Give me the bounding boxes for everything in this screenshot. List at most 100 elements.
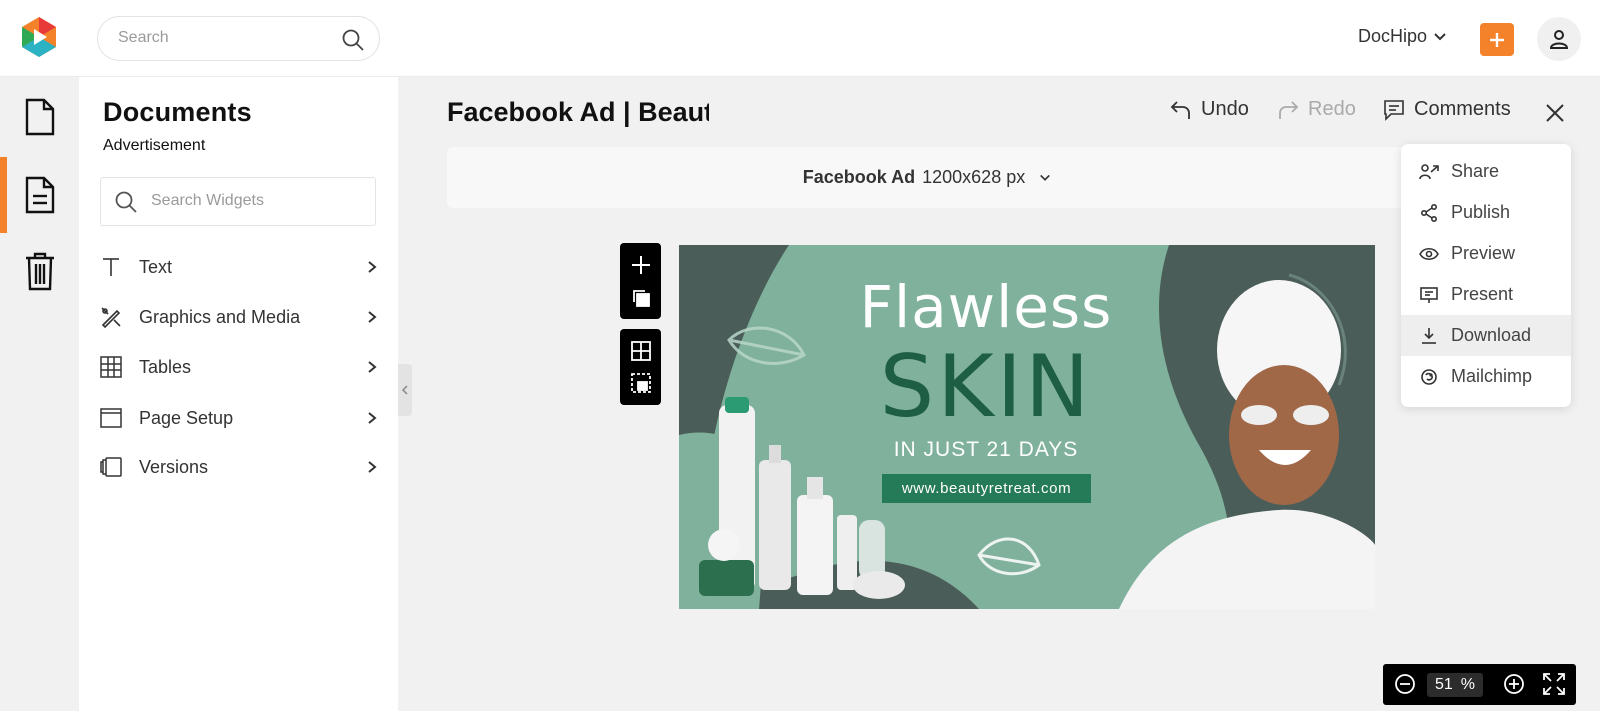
menu-item-preview[interactable]: Preview [1401, 233, 1571, 274]
duplicate-page-icon[interactable] [631, 288, 651, 308]
avatar[interactable] [1537, 17, 1581, 61]
account-dropdown[interactable]: DocHipo [1358, 26, 1447, 47]
search-input[interactable] [118, 29, 338, 47]
chevron-right-icon [368, 261, 377, 273]
design-canvas[interactable]: Flawless SKIN IN JUST 21 DAYS www.beauty… [679, 245, 1375, 609]
share-icon [1419, 162, 1439, 182]
menu-item-mailchimp[interactable]: Mailchimp [1401, 356, 1571, 397]
global-search[interactable] [97, 16, 380, 61]
panel-item-label: Text [139, 256, 173, 277]
add-button[interactable] [1480, 23, 1514, 56]
zoom-in-icon [1504, 674, 1524, 694]
fullscreen-button[interactable] [1540, 670, 1568, 698]
page-size-value: 1200x628 px [922, 167, 1026, 187]
rail-item-documents[interactable] [0, 79, 79, 155]
panel-item-graphics-media[interactable]: Graphics and Media [99, 297, 379, 337]
present-icon [1419, 285, 1439, 305]
zoom-controls: 51 % [1383, 664, 1576, 705]
graphics-icon [99, 305, 123, 329]
add-page-icon[interactable] [630, 254, 652, 276]
menu-item-download[interactable]: Download [1401, 315, 1571, 356]
panel-item-page-setup[interactable]: Page Setup [99, 398, 379, 438]
chevron-right-icon [368, 412, 377, 424]
undo-label: Undo [1201, 98, 1249, 120]
panel-item-text[interactable]: Text [99, 247, 379, 287]
menu-item-share[interactable]: Share [1401, 151, 1571, 192]
comments-button[interactable]: Comments [1383, 98, 1511, 121]
page-size-selector[interactable]: Facebook Ad 1200x628 px [447, 147, 1407, 208]
comments-label: Comments [1414, 98, 1511, 120]
panel-item-tables[interactable]: Tables [99, 347, 379, 387]
zoom-unit: % [1460, 676, 1476, 693]
chevron-left-icon [401, 385, 408, 395]
ad-headline-main[interactable]: SKIN [679, 337, 1293, 437]
panel-item-versions[interactable]: Versions [99, 447, 379, 487]
redo-label: Redo [1308, 98, 1356, 120]
zoom-level[interactable]: 51 % [1427, 673, 1483, 697]
zoom-value: 51 [1434, 676, 1453, 693]
undo-button[interactable]: Undo [1170, 98, 1249, 121]
panel-title: Documents [103, 97, 252, 127]
plus-icon [1490, 32, 1504, 47]
mailchimp-icon [1419, 367, 1439, 387]
text-icon [99, 255, 123, 279]
collapse-panel-handle[interactable] [398, 364, 412, 416]
zoom-out-button[interactable] [1391, 670, 1419, 698]
table-icon [99, 355, 123, 379]
select-area-icon[interactable] [630, 373, 651, 393]
left-rail [0, 77, 79, 711]
panel-item-label: Tables [139, 356, 192, 377]
download-icon [1419, 326, 1439, 346]
menu-item-publish[interactable]: Publish [1401, 192, 1571, 233]
ad-tagline[interactable]: IN JUST 21 DAYS [679, 438, 1293, 462]
menu-item-label: Present [1451, 284, 1514, 304]
dochipo-logo[interactable] [18, 15, 60, 59]
grid-icon[interactable] [630, 341, 651, 361]
chevron-right-icon [368, 461, 377, 473]
chevron-down-icon [1434, 32, 1446, 40]
widget-search-input[interactable] [151, 192, 351, 210]
menu-item-label: Preview [1451, 243, 1516, 263]
comment-icon [1384, 99, 1404, 121]
panel-item-label: Versions [139, 456, 209, 477]
fullscreen-icon [1543, 673, 1565, 695]
grid-tools [620, 329, 661, 405]
menu-item-label: Publish [1451, 202, 1511, 222]
versions-icon [99, 455, 123, 479]
rail-item-current-document[interactable] [0, 157, 79, 233]
chevron-down-icon [1040, 174, 1051, 181]
chevron-right-icon [368, 361, 377, 373]
trash-icon [25, 252, 54, 291]
undo-icon [1170, 100, 1190, 119]
widget-search[interactable] [100, 177, 376, 226]
top-bar: DocHipo [0, 0, 1600, 77]
menu-item-label: Mailchimp [1451, 366, 1533, 386]
zoom-in-button[interactable] [1500, 670, 1528, 698]
page-setup-icon [99, 406, 123, 430]
publish-icon [1419, 203, 1439, 223]
panel-item-label: Page Setup [139, 407, 234, 428]
panel-subtitle: Advertisement [103, 137, 206, 154]
redo-icon [1279, 100, 1299, 119]
share-dropdown: Share Publish Preview Present Download M… [1401, 144, 1571, 407]
user-icon [1549, 30, 1569, 49]
eye-icon [1419, 244, 1439, 264]
page-size-name: Facebook Ad [802, 167, 916, 187]
menu-item-label: Share [1451, 161, 1500, 181]
chevron-right-icon [368, 311, 377, 323]
page-tools [620, 243, 661, 319]
redo-button[interactable]: Redo [1277, 98, 1356, 121]
document-title[interactable]: Facebook Ad | Beauty [447, 97, 709, 128]
widget-panel: Documents Advertisement Text Graphics an… [79, 77, 398, 711]
document-icon [25, 98, 54, 136]
rail-item-trash[interactable] [0, 233, 79, 309]
ad-url-banner[interactable]: www.beautyretreat.com [882, 474, 1091, 503]
close-icon[interactable] [1543, 101, 1567, 125]
menu-item-present[interactable]: Present [1401, 274, 1571, 315]
menu-item-label: Download [1451, 325, 1532, 345]
search-icon [115, 191, 137, 213]
document-lines-icon [25, 176, 54, 214]
zoom-out-icon [1395, 674, 1415, 694]
search-icon[interactable] [341, 28, 365, 52]
ad-headline[interactable]: Flawless [679, 273, 1293, 341]
